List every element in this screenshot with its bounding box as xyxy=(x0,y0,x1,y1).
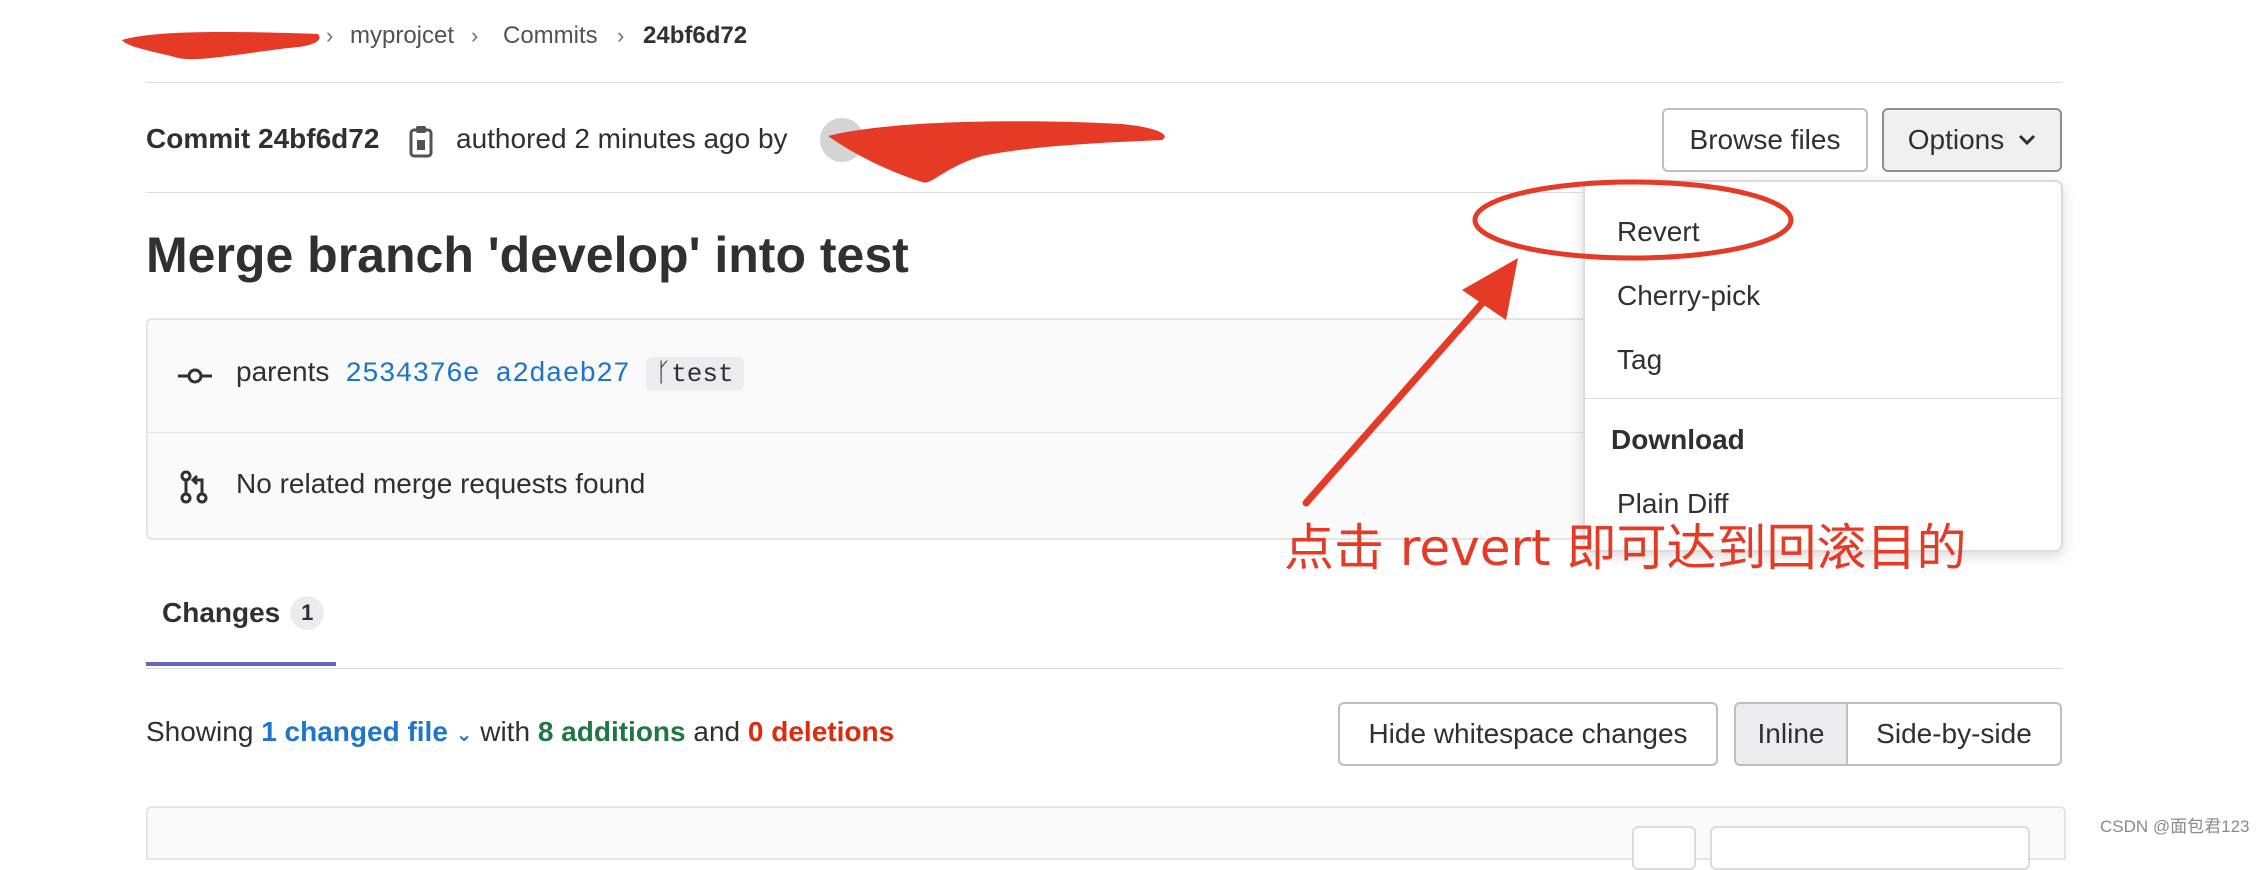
annotation-overlay xyxy=(1302,179,1794,507)
annotation-arrow-head xyxy=(1462,258,1518,320)
highlight-ellipse xyxy=(1472,179,1794,261)
annotation-arrow-line xyxy=(1302,288,1496,507)
annotation-text: 点击 revert 即可达到回滚目的 xyxy=(1284,519,1967,577)
watermark: CSDN @面包君123 xyxy=(2100,817,2250,836)
